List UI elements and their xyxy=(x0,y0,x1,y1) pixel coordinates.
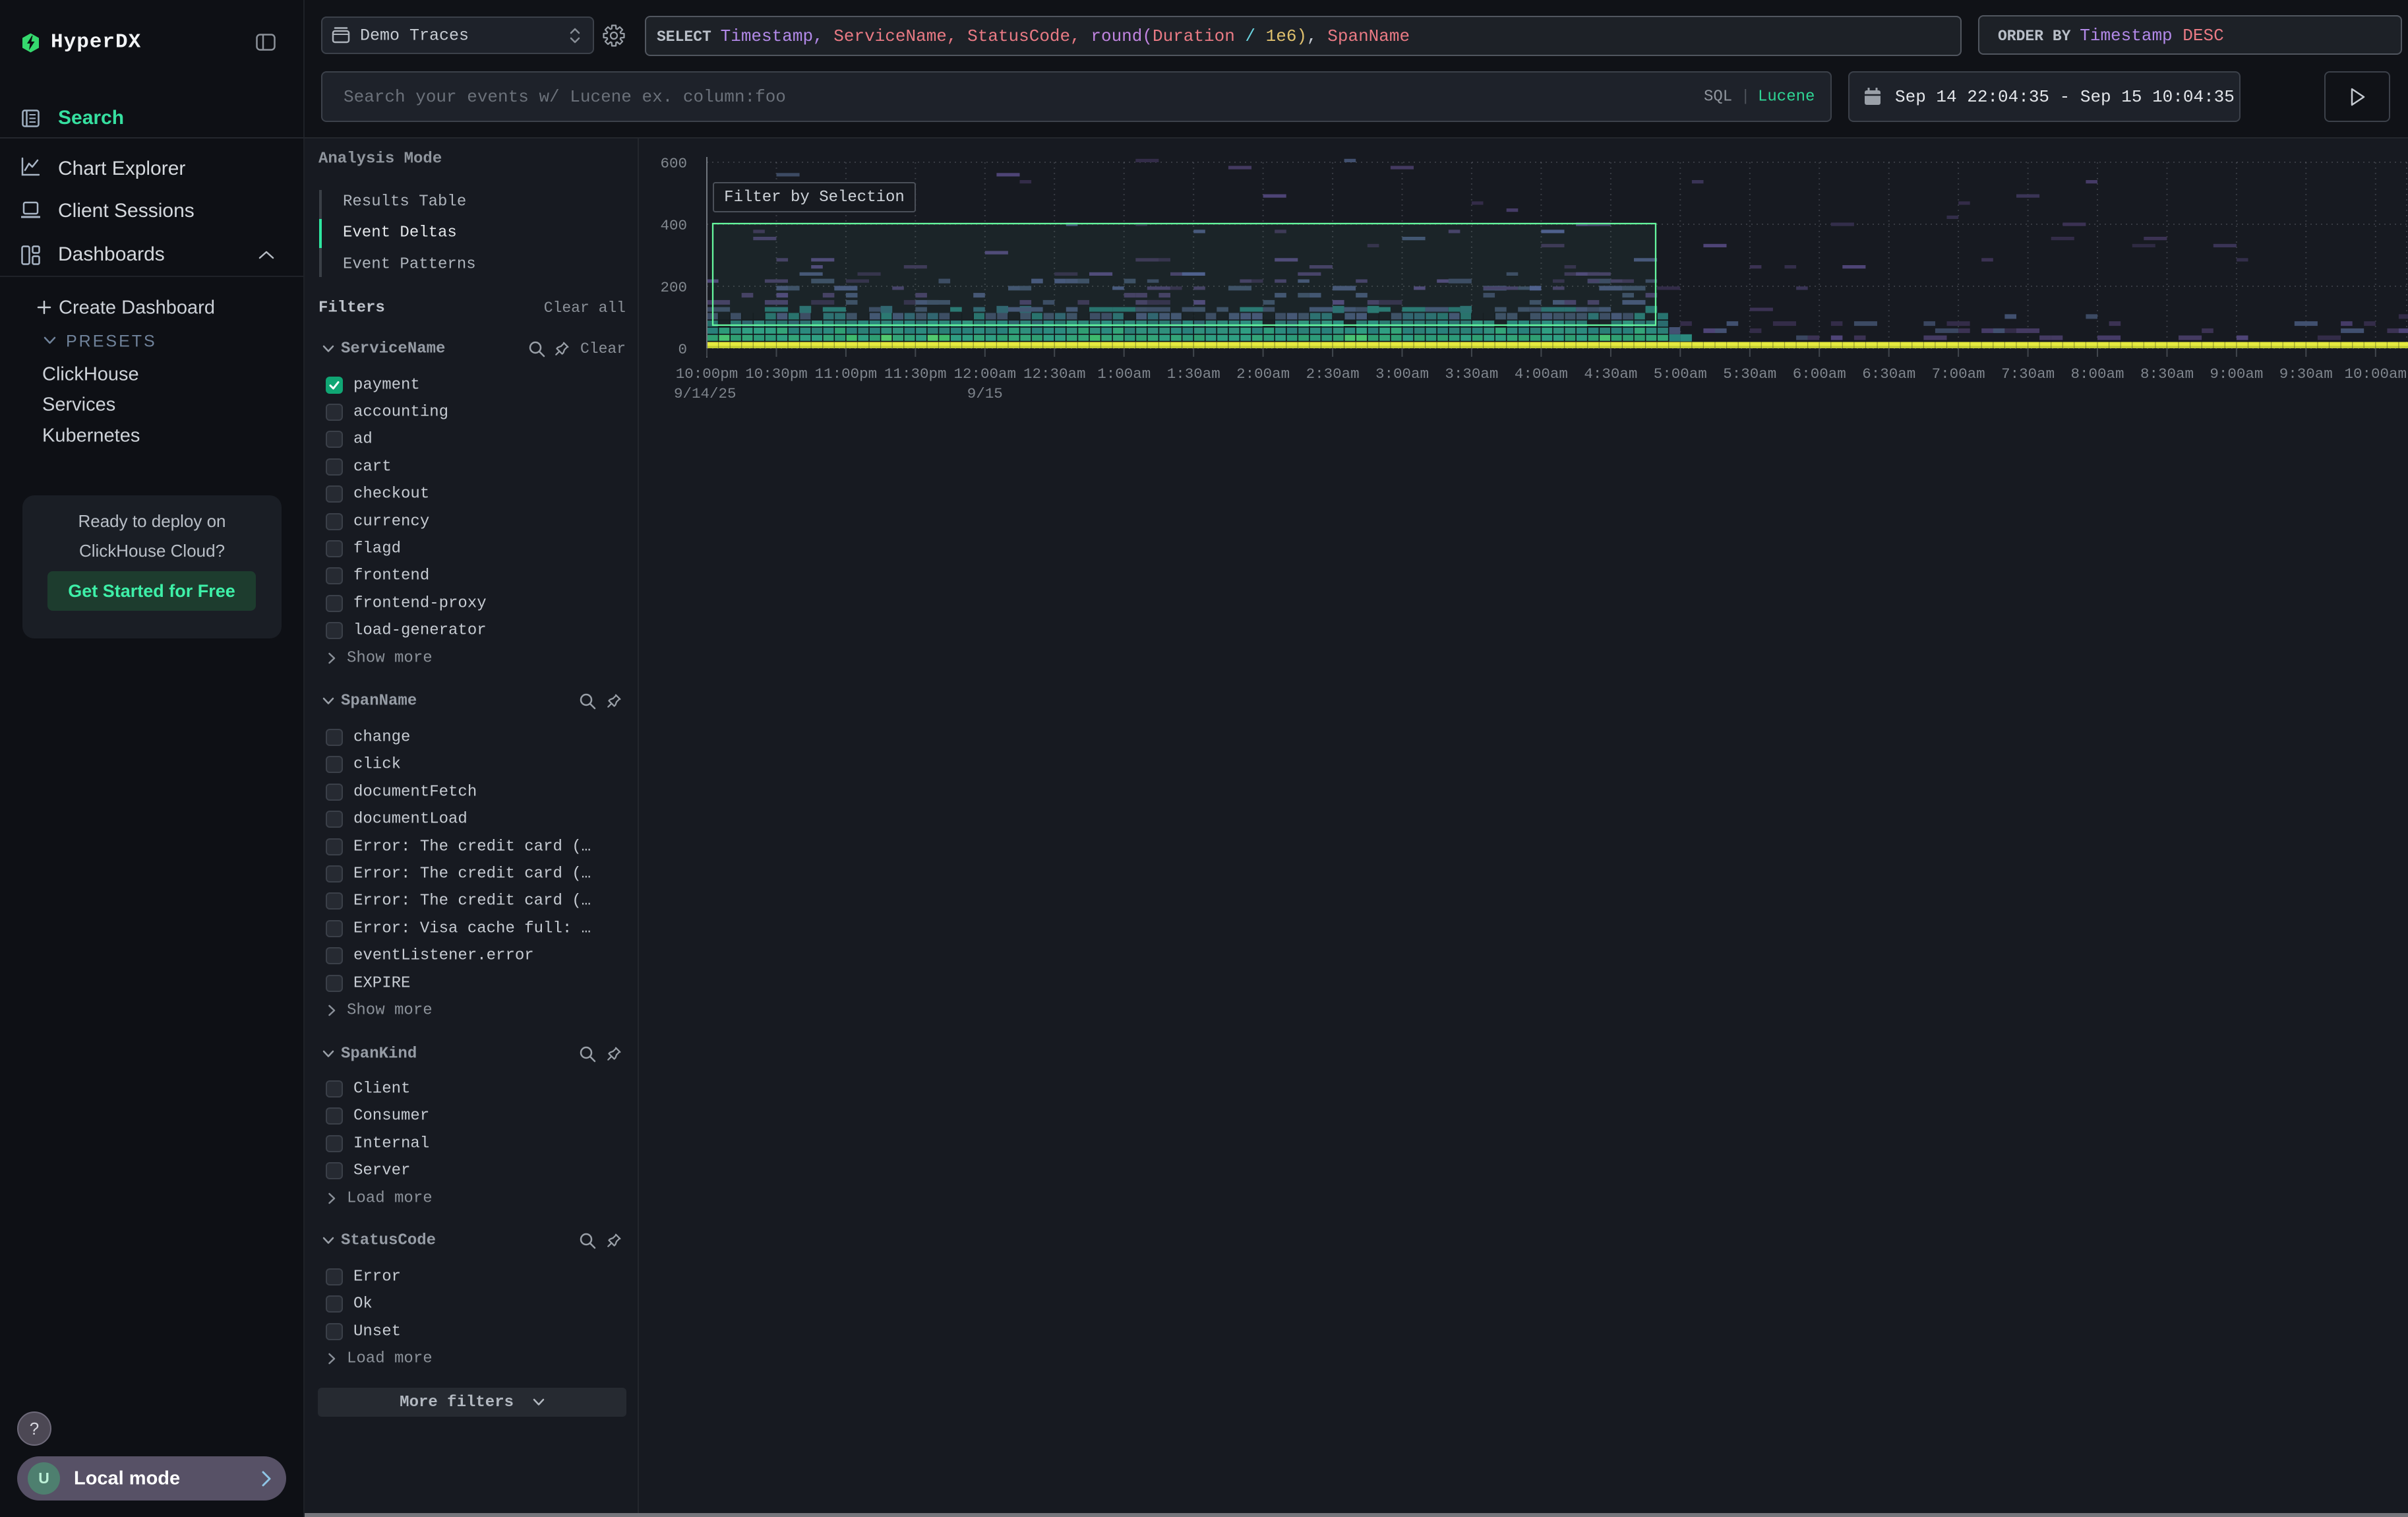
svg-text:400: 400 xyxy=(660,217,687,234)
svg-text:7:30am: 7:30am xyxy=(2001,365,2055,383)
svg-text:6:30am: 6:30am xyxy=(1862,365,1915,383)
svg-text:2:00am: 2:00am xyxy=(1236,365,1290,383)
svg-text:4:00am: 4:00am xyxy=(1515,365,1568,383)
svg-text:7:00am: 7:00am xyxy=(1932,365,1985,383)
svg-text:9:30am: 9:30am xyxy=(2279,365,2333,383)
svg-text:10:00am: 10:00am xyxy=(2345,365,2407,383)
svg-text:6:00am: 6:00am xyxy=(1793,365,1846,383)
svg-text:11:30pm: 11:30pm xyxy=(884,365,947,383)
svg-text:10:30pm: 10:30pm xyxy=(745,365,808,383)
svg-text:5:30am: 5:30am xyxy=(1723,365,1776,383)
svg-text:5:00am: 5:00am xyxy=(1654,365,1707,383)
svg-text:11:00pm: 11:00pm xyxy=(815,365,878,383)
svg-text:12:30am: 12:30am xyxy=(1023,365,1086,383)
svg-text:3:00am: 3:00am xyxy=(1375,365,1429,383)
svg-text:1:30am: 1:30am xyxy=(1167,365,1220,383)
svg-text:4:30am: 4:30am xyxy=(1584,365,1637,383)
svg-text:9/15: 9/15 xyxy=(967,385,1003,402)
svg-text:2:30am: 2:30am xyxy=(1306,365,1360,383)
svg-text:200: 200 xyxy=(660,279,687,296)
svg-text:10:00pm: 10:00pm xyxy=(676,365,738,383)
svg-text:9:00am: 9:00am xyxy=(2210,365,2263,383)
svg-text:8:00am: 8:00am xyxy=(2070,365,2124,383)
svg-text:12:00am: 12:00am xyxy=(954,365,1017,383)
svg-text:1:00am: 1:00am xyxy=(1097,365,1151,383)
svg-text:9/14/25: 9/14/25 xyxy=(674,385,737,402)
svg-text:3:30am: 3:30am xyxy=(1445,365,1498,383)
svg-text:8:30am: 8:30am xyxy=(2140,365,2194,383)
svg-text:0: 0 xyxy=(678,341,687,358)
svg-text:600: 600 xyxy=(660,155,687,172)
